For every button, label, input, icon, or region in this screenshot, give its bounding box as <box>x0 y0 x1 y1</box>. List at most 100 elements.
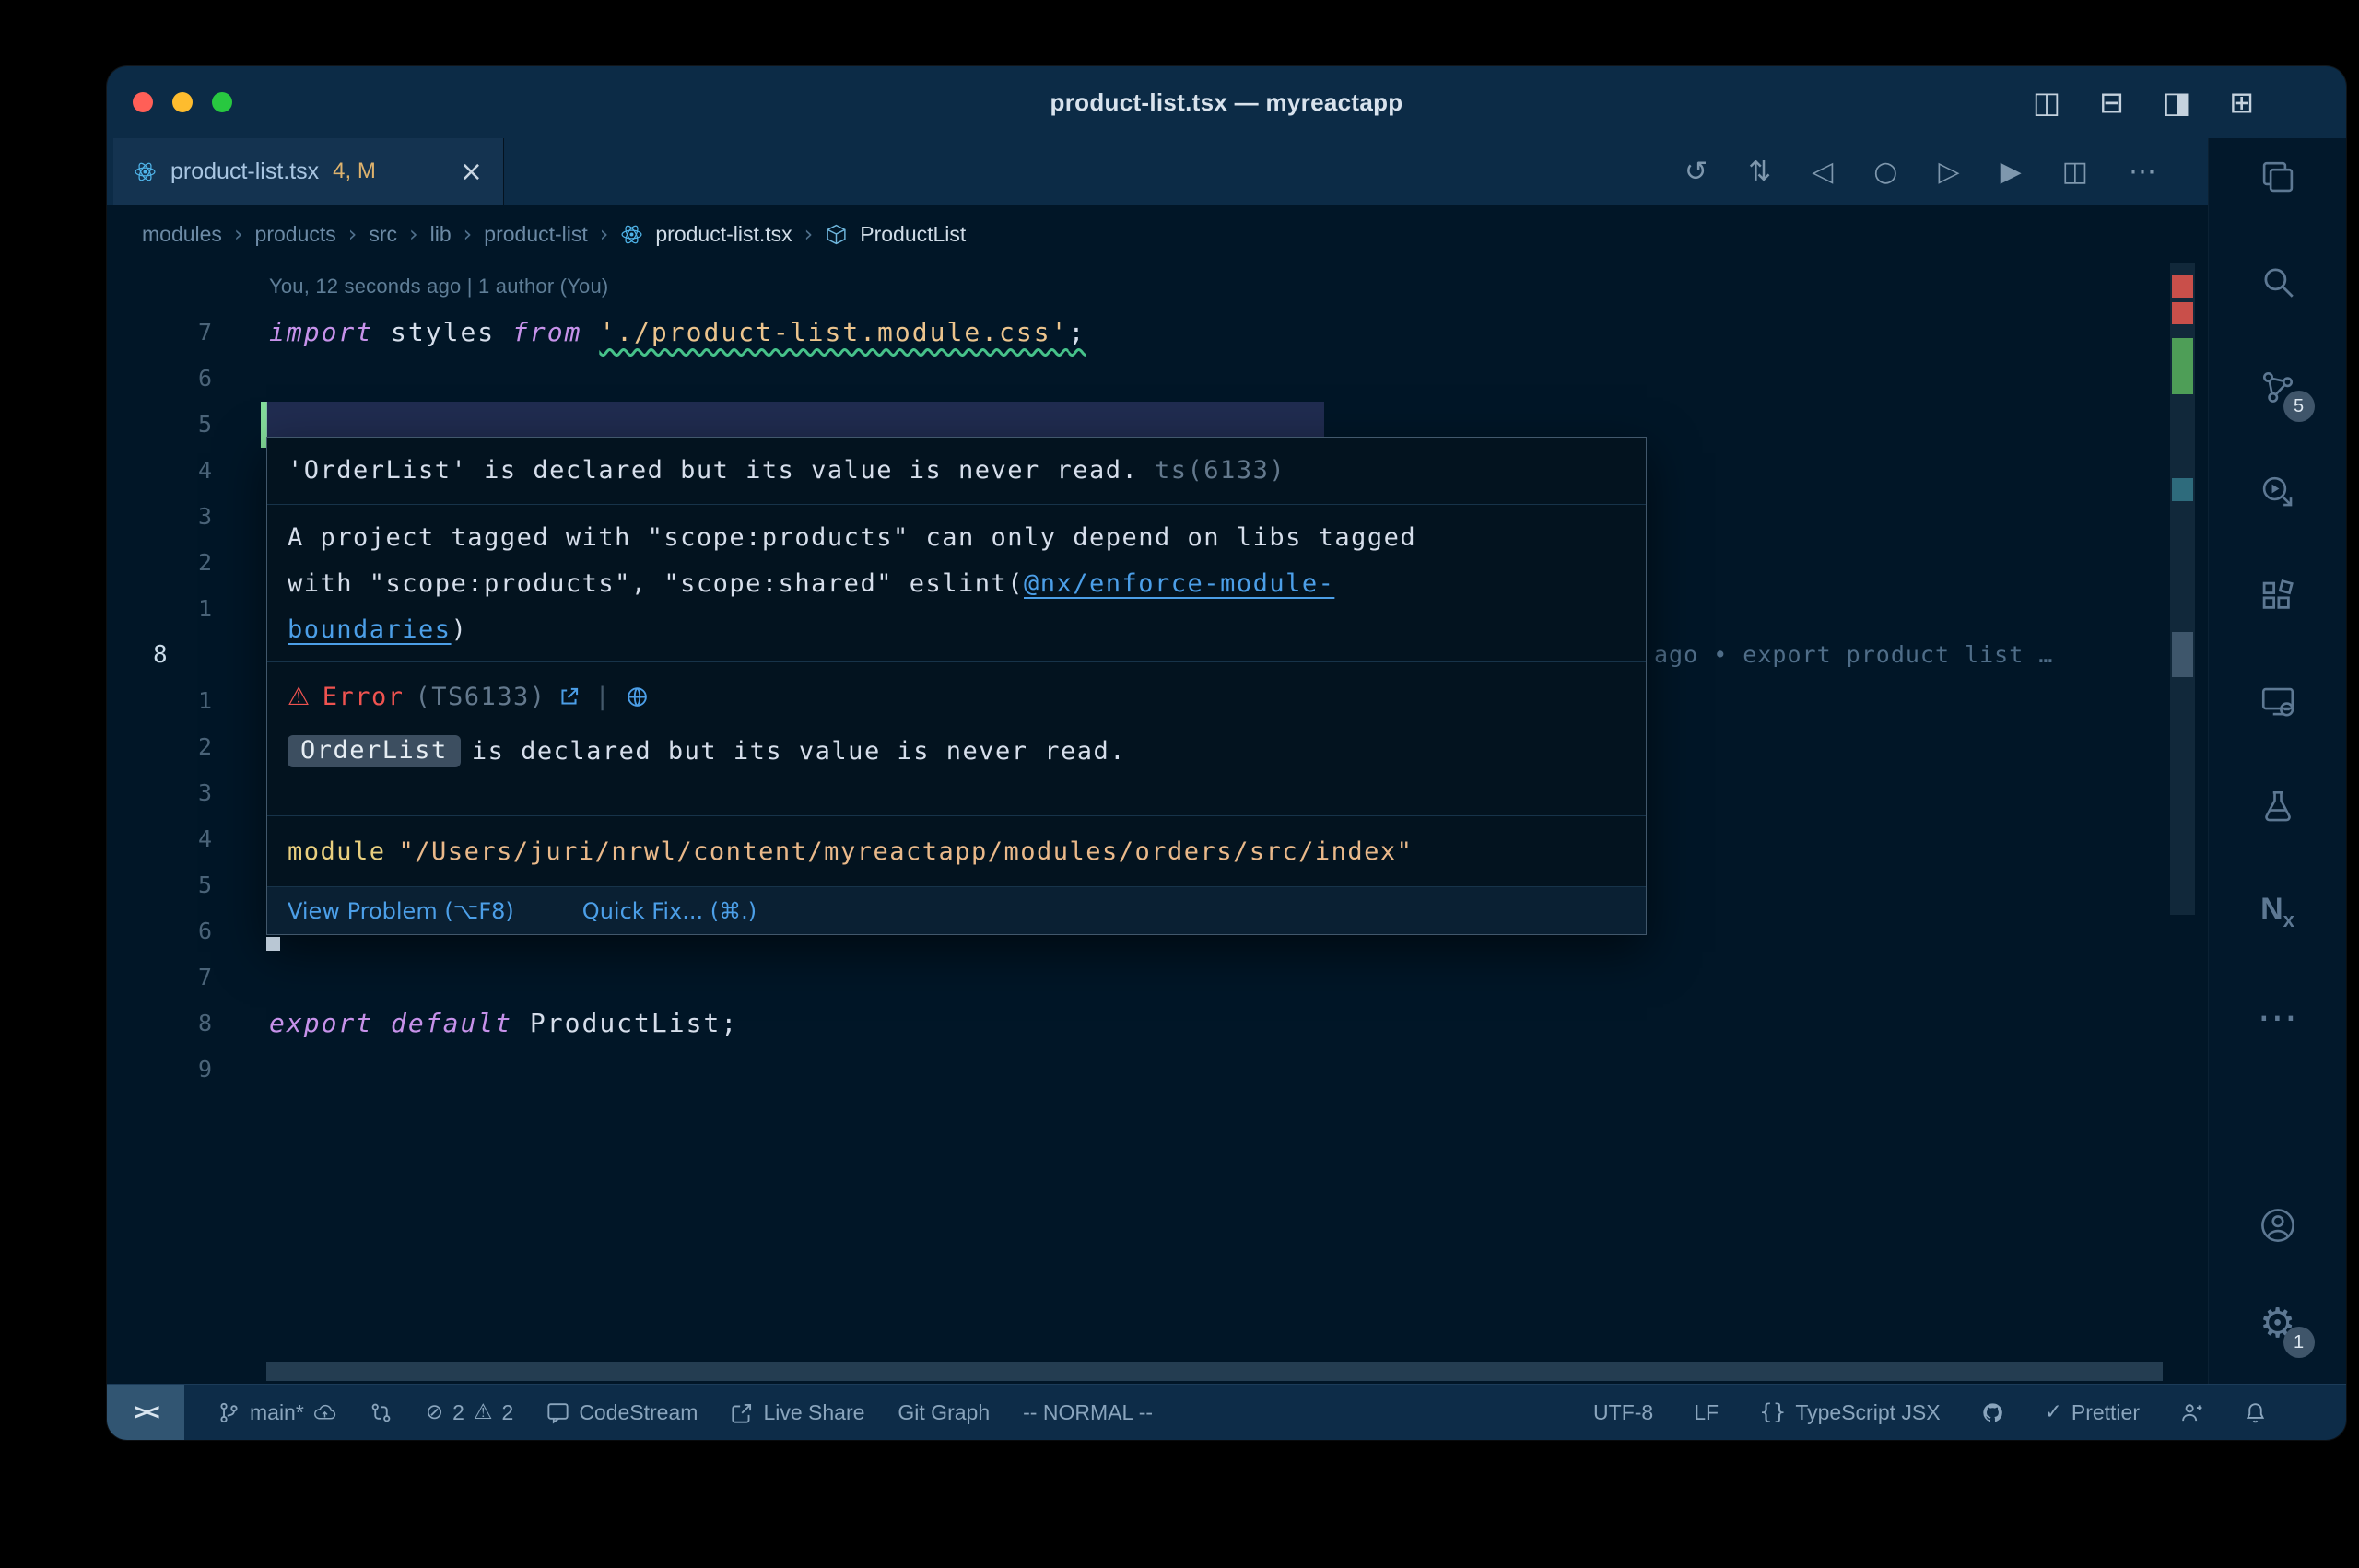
branch-indicator[interactable]: main* <box>217 1400 336 1425</box>
settings-gear-icon[interactable]: ⚙ 1 <box>2248 1293 2307 1352</box>
prettier-indicator[interactable]: ✓ Prettier <box>2045 1400 2140 1425</box>
code-line-import-css[interactable]: import styles from './product-list.modul… <box>269 310 2208 356</box>
remote-indicator[interactable]: >< <box>107 1385 184 1440</box>
breadcrumb-item-modules[interactable]: modules <box>142 222 222 247</box>
run-icon[interactable]: ▶ <box>2001 156 2022 188</box>
horizontal-scrollbar[interactable] <box>266 1362 2163 1381</box>
line-number[interactable]: 8 <box>107 1000 269 1047</box>
globe-icon[interactable] <box>626 685 649 708</box>
breadcrumb-separator: › <box>234 221 243 247</box>
extensions-icon[interactable] <box>2248 568 2307 626</box>
git-compare-indicator[interactable] <box>370 1401 393 1424</box>
settings-badge: 1 <box>2283 1327 2315 1358</box>
line-number[interactable]: 7 <box>107 310 269 356</box>
breadcrumb-item-symbol[interactable]: ProductList <box>860 222 966 247</box>
line-number[interactable]: 4 <box>107 448 269 494</box>
react-icon <box>134 160 157 183</box>
github-item[interactable] <box>1981 1401 2004 1424</box>
codelens-blame[interactable]: You, 12 seconds ago | 1 author (You) <box>269 263 2208 310</box>
more-views-icon[interactable]: ⋯ <box>2248 988 2307 1047</box>
line-number[interactable]: 9 <box>107 1047 269 1093</box>
line-number[interactable]: 5 <box>107 402 269 448</box>
breadcrumb: modules › products › src › lib › product… <box>107 205 2208 263</box>
line-number[interactable]: 1 <box>107 678 269 724</box>
split-editor-icon[interactable]: ◫ <box>2062 156 2088 188</box>
toggle-panel-icon[interactable]: ⊟ <box>2099 85 2124 120</box>
live-share-item[interactable]: Live Share <box>731 1400 864 1425</box>
compare-changes-icon[interactable]: ⇅ <box>1748 156 1771 188</box>
eslint-rule-link[interactable]: @nx/enforce-module- <box>1024 569 1334 598</box>
vim-mode-indicator[interactable]: -- NORMAL -- <box>1023 1400 1153 1425</box>
view-problem-button[interactable]: View Problem (⌥F8) <box>288 898 514 924</box>
current-line-number[interactable]: 8 <box>107 632 269 678</box>
close-window-button[interactable] <box>133 92 153 112</box>
line-number[interactable]: 1 <box>107 586 269 632</box>
testing-icon[interactable] <box>2248 778 2307 837</box>
breadcrumb-item-src[interactable]: src <box>369 222 397 247</box>
line-number[interactable]: 6 <box>107 908 269 954</box>
notifications-item[interactable] <box>2244 1401 2267 1424</box>
feedback-item[interactable] <box>2180 1401 2203 1424</box>
problems-indicator[interactable]: ⊘ 2 ⚠ 2 <box>426 1400 514 1425</box>
close-tab-icon[interactable]: × <box>460 156 483 188</box>
zoom-window-button[interactable] <box>212 92 232 112</box>
line-number-gutter: 7 6 5 4 3 2 1 8 1 2 3 4 5 6 7 8 9 <box>107 263 269 1093</box>
search-icon[interactable] <box>2248 252 2307 311</box>
nav-back-icon[interactable]: ◁ <box>1812 156 1833 188</box>
eol-indicator[interactable]: LF <box>1694 1400 1719 1425</box>
live-share-icon <box>731 1401 754 1424</box>
quick-fix-button[interactable]: Quick Fix... (⌘.) <box>582 898 757 924</box>
inline-git-blame: ago • export product list … <box>1654 632 2053 678</box>
status-bar: >< main* ⊘ 2 ⚠ 2 CodeStream Live Share G… <box>107 1384 2346 1440</box>
more-actions-icon[interactable]: ⋯ <box>2129 156 2156 188</box>
popup-resize-handle[interactable] <box>266 937 280 951</box>
breadcrumb-item-products[interactable]: products <box>255 222 336 247</box>
timeline-icon[interactable]: ↺ <box>1684 156 1708 188</box>
breadcrumb-item-lib[interactable]: lib <box>430 222 452 247</box>
customize-layout-icon[interactable]: ⊞ <box>2229 85 2254 120</box>
eslint-rule-link[interactable]: boundaries <box>288 615 452 644</box>
source-control-icon[interactable]: 5 <box>2248 357 2307 416</box>
editor[interactable]: 7 6 5 4 3 2 1 8 1 2 3 4 5 6 7 8 9 <box>107 263 2208 1384</box>
toggle-primary-sidebar-icon[interactable]: ◫ <box>2033 85 2060 120</box>
overview-ruler-cursor-mark <box>2172 632 2193 677</box>
gutter-row <box>107 263 269 310</box>
line-number[interactable]: 5 <box>107 862 269 908</box>
minimize-window-button[interactable] <box>172 92 193 112</box>
overview-ruler-change-mark <box>2172 338 2193 394</box>
code-line-export-default[interactable]: export default ProductList; <box>269 1000 2208 1047</box>
nav-circle-icon[interactable]: ○ <box>1873 156 1897 188</box>
tab-product-list[interactable]: product-list.tsx 4, M × <box>113 138 504 205</box>
line-number[interactable]: 2 <box>107 540 269 586</box>
line-number[interactable]: 6 <box>107 356 269 402</box>
line-number[interactable]: 3 <box>107 494 269 540</box>
vscode-window: product-list.tsx — myreactapp ◫ ⊟ ◨ ⊞ <box>107 66 2346 1440</box>
breadcrumb-item-product-list[interactable]: product-list <box>484 222 587 247</box>
encoding-indicator[interactable]: UTF-8 <box>1593 1400 1653 1425</box>
line-number[interactable]: 2 <box>107 724 269 770</box>
nav-forward-icon[interactable]: ▷ <box>1938 156 1959 188</box>
explorer-icon[interactable] <box>2248 147 2307 206</box>
language-indicator[interactable]: {} TypeScript JSX <box>1759 1400 1941 1425</box>
account-icon[interactable] <box>2248 1196 2307 1255</box>
git-graph-item[interactable]: Git Graph <box>898 1400 990 1425</box>
breadcrumb-separator: › <box>804 221 814 247</box>
line-number[interactable]: 7 <box>107 954 269 1000</box>
nx-console-icon[interactable]: Nx <box>2248 883 2307 942</box>
overview-ruler-error-mark <box>2172 302 2193 324</box>
breadcrumb-separator: › <box>348 221 358 247</box>
remote-explorer-icon[interactable] <box>2248 673 2307 731</box>
toggle-secondary-sidebar-icon[interactable]: ◨ <box>2163 85 2190 120</box>
run-debug-icon[interactable] <box>2248 462 2307 521</box>
line-number[interactable]: 4 <box>107 816 269 862</box>
bell-icon <box>2244 1401 2267 1424</box>
breadcrumb-item-file[interactable]: product-list.tsx <box>655 222 792 247</box>
symbol-chip: OrderList <box>288 735 461 767</box>
line-number[interactable]: 3 <box>107 770 269 816</box>
open-external-icon[interactable] <box>557 685 581 708</box>
github-icon <box>1981 1401 2004 1424</box>
react-icon <box>620 223 643 246</box>
popup-ts-message: 'OrderList' is declared but its value is… <box>267 438 1646 504</box>
cloud-upload-icon <box>313 1401 336 1424</box>
codestream-item[interactable]: CodeStream <box>546 1400 698 1425</box>
